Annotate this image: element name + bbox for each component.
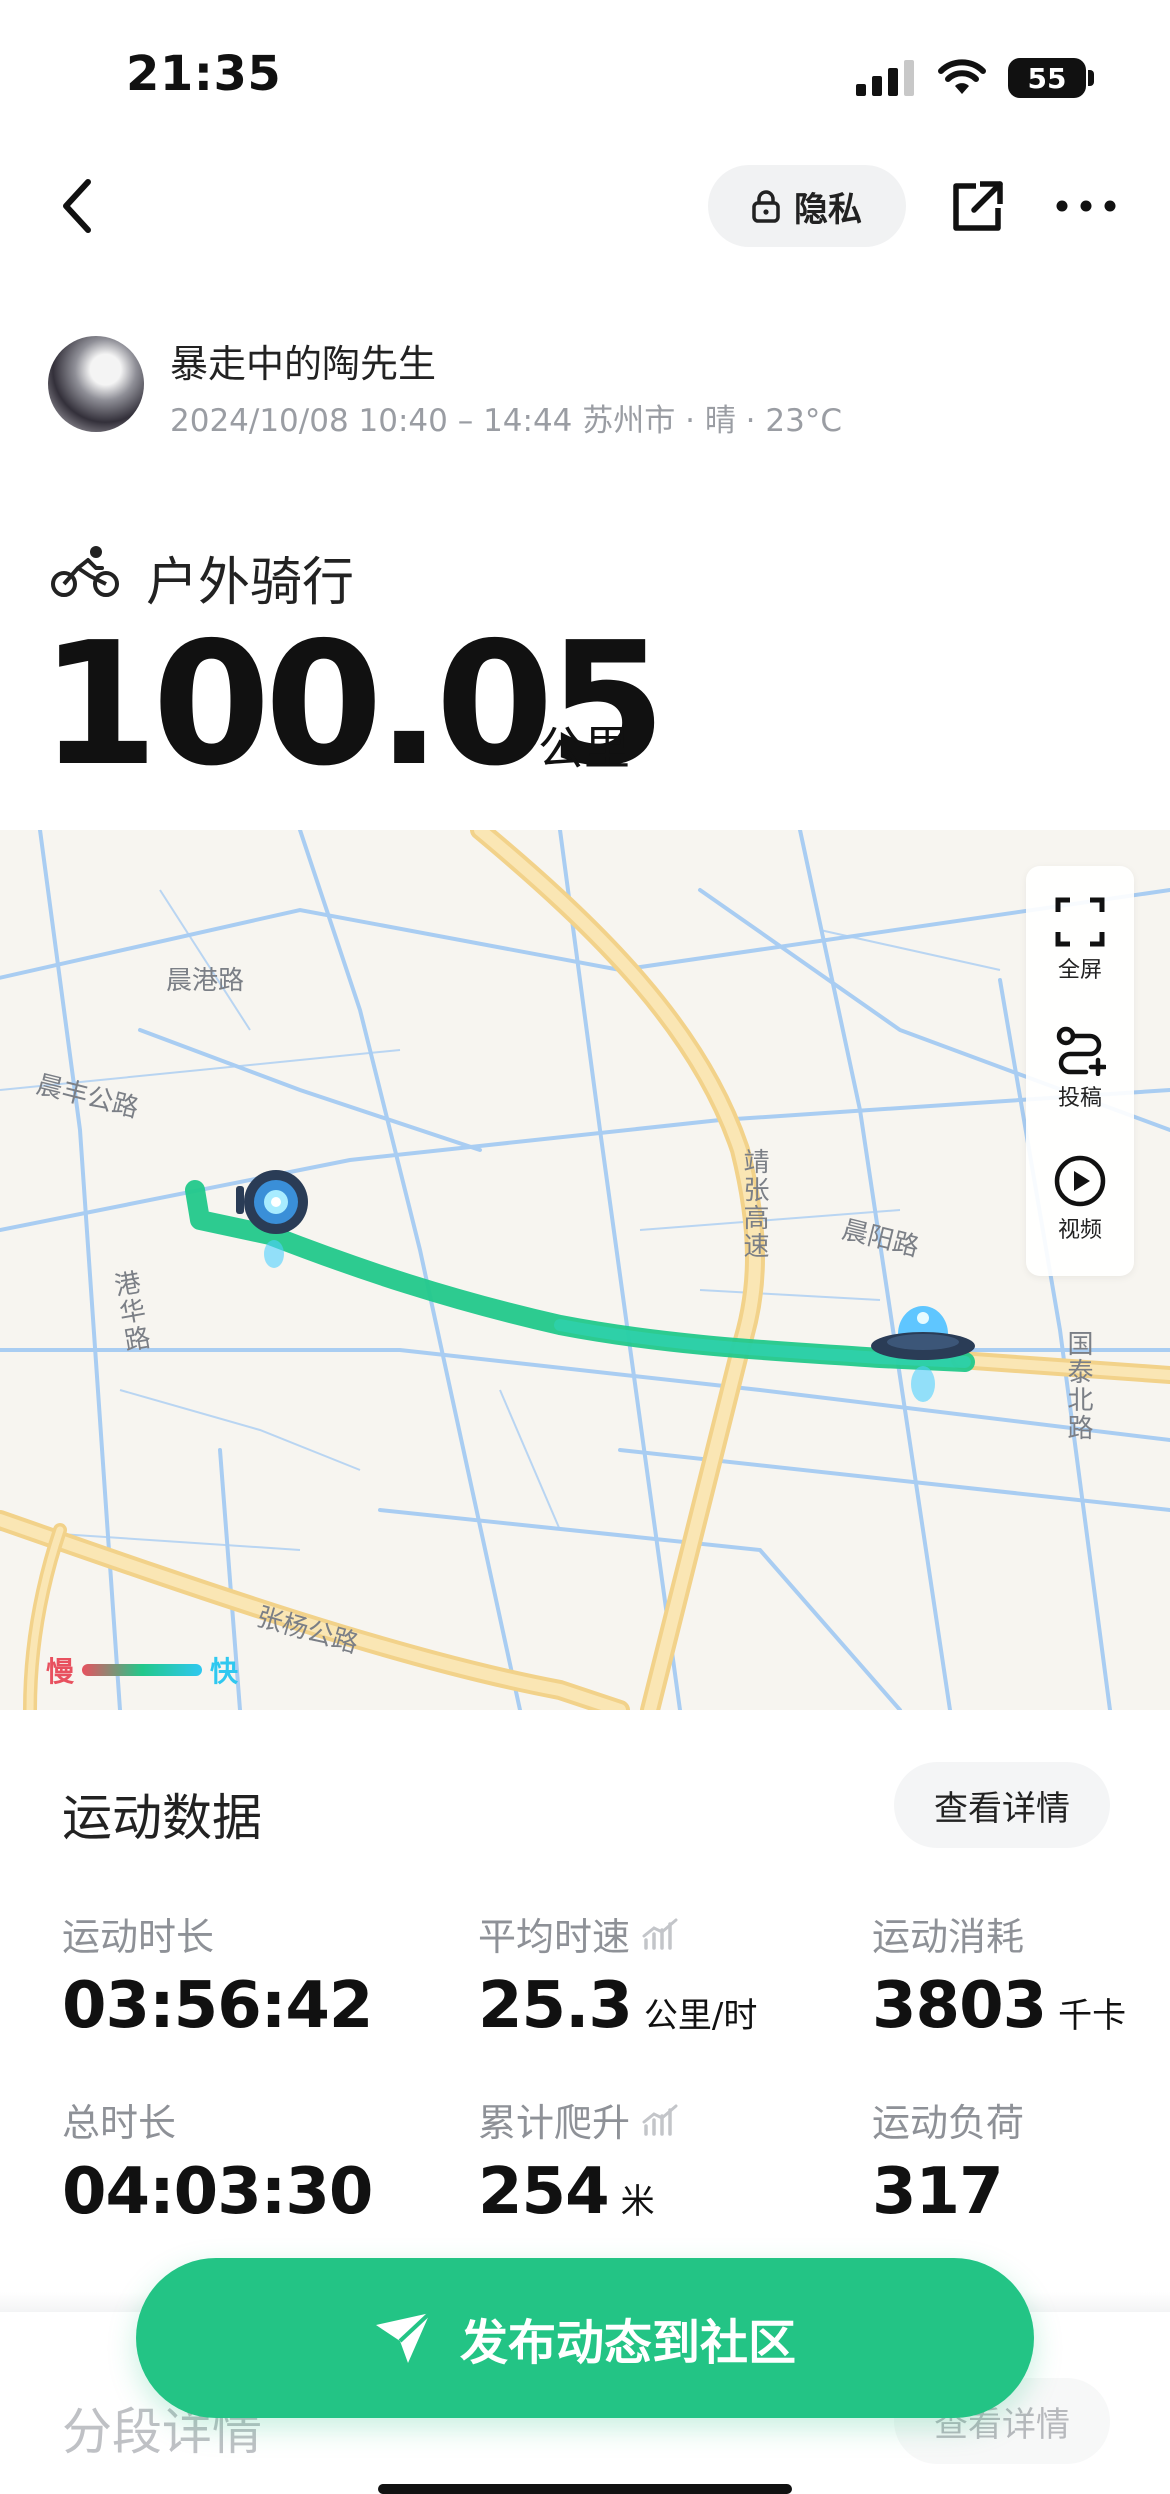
legend-fast: 快: [210, 1655, 239, 1688]
status-time: 21:35: [126, 46, 282, 102]
stat-label: 总时长: [62, 2101, 177, 2145]
battery-tip: [1088, 70, 1094, 86]
route-share-icon: [1056, 1026, 1106, 1076]
stat-label: 运动时长: [62, 1915, 215, 1959]
privacy-button[interactable]: 隐私: [708, 165, 906, 247]
share-icon[interactable]: [950, 180, 1004, 234]
stat-value: 04:03:30: [62, 2155, 373, 2229]
video-label: 视频: [1057, 1218, 1102, 1243]
legend-slow: 慢: [46, 1655, 75, 1688]
legend-gradient: [82, 1664, 203, 1676]
route-map[interactable]: 晨港路 晨丰公路 港华路 靖张高速 晨阳路 国泰北路 张杨公路: [0, 830, 1170, 1710]
end-marker-icon: [871, 1306, 975, 1402]
stat-unit: 公里/时: [643, 1996, 758, 2036]
submit-button[interactable]: 投稿: [1026, 1024, 1134, 1112]
stat-label: 运动负荷: [872, 2101, 1025, 2145]
play-icon: [1054, 1155, 1106, 1207]
stat-training-load: 运动负荷 317: [872, 2092, 1024, 2229]
stat-label: 运动消耗: [872, 1915, 1025, 1959]
home-indicator: [378, 2484, 792, 2494]
wifi-icon: [938, 59, 986, 94]
stat-value: 317: [872, 2155, 1004, 2229]
sport-type: 户外骑行: [146, 553, 355, 613]
stat-value: 254: [478, 2155, 610, 2229]
speed-legend: 慢 快: [46, 1650, 238, 1690]
activity-meta: 2024/10/08 10:40 – 14:44 苏州市 · 晴 · 23°C: [170, 403, 842, 439]
road-label-chengang: 晨港路: [166, 966, 245, 996]
cellular-signal-icon: [856, 60, 914, 96]
fullscreen-label: 全屏: [1057, 958, 1102, 983]
back-icon[interactable]: [56, 176, 96, 236]
stat-unit: 千卡: [1058, 1996, 1127, 2036]
chart-icon: [642, 1918, 678, 1950]
stats-title: 运动数据: [62, 1789, 262, 1847]
chart-icon: [642, 2104, 678, 2136]
map-controls: 全屏 投稿 视频: [1026, 866, 1134, 1276]
stat-value: 03:56:42: [62, 1969, 373, 2043]
battery-indicator: 55: [1008, 58, 1086, 98]
fullscreen-button[interactable]: 全屏: [1026, 896, 1134, 984]
road-label-jingzhang: 靖张高速: [739, 1148, 769, 1260]
stat-duration: 运动时长 03:56:42: [62, 1906, 373, 2043]
send-icon: [375, 2311, 432, 2363]
publish-button[interactable]: 发布动态到社区: [136, 2258, 1034, 2418]
distance-unit: 公里: [538, 721, 630, 775]
submit-label: 投稿: [1057, 1086, 1102, 1111]
more-icon[interactable]: [1056, 198, 1116, 214]
stat-elevation[interactable]: 累计爬升 254 米: [478, 2092, 680, 2229]
publish-label: 发布动态到社区: [459, 2315, 796, 2371]
stat-value: 3803: [872, 1969, 1047, 2043]
stats-detail-button[interactable]: 查看详情: [894, 1762, 1110, 1848]
stat-calories: 运动消耗 3803 千卡: [872, 1906, 1126, 2043]
stat-value: 25.3: [478, 1969, 633, 2043]
privacy-label: 隐私: [794, 189, 862, 230]
username[interactable]: 暴走中的陶先生: [170, 333, 436, 388]
stat-unit: 米: [620, 2182, 655, 2222]
stat-avg-speed[interactable]: 平均时速 25.3 公里/时: [478, 1906, 757, 2043]
stat-total-time: 总时长 04:03:30: [62, 2092, 373, 2229]
start-marker-icon: [236, 1170, 308, 1268]
road-label-guotai: 国泰北路: [1063, 1330, 1093, 1442]
fullscreen-icon: [1055, 897, 1105, 947]
bicycle-icon: [51, 546, 119, 597]
stat-label: 累计爬升: [478, 2101, 631, 2145]
stat-label: 平均时速: [478, 1915, 631, 1959]
avatar[interactable]: [48, 336, 144, 432]
video-button[interactable]: 视频: [1026, 1154, 1134, 1244]
lock-icon: [752, 190, 780, 223]
